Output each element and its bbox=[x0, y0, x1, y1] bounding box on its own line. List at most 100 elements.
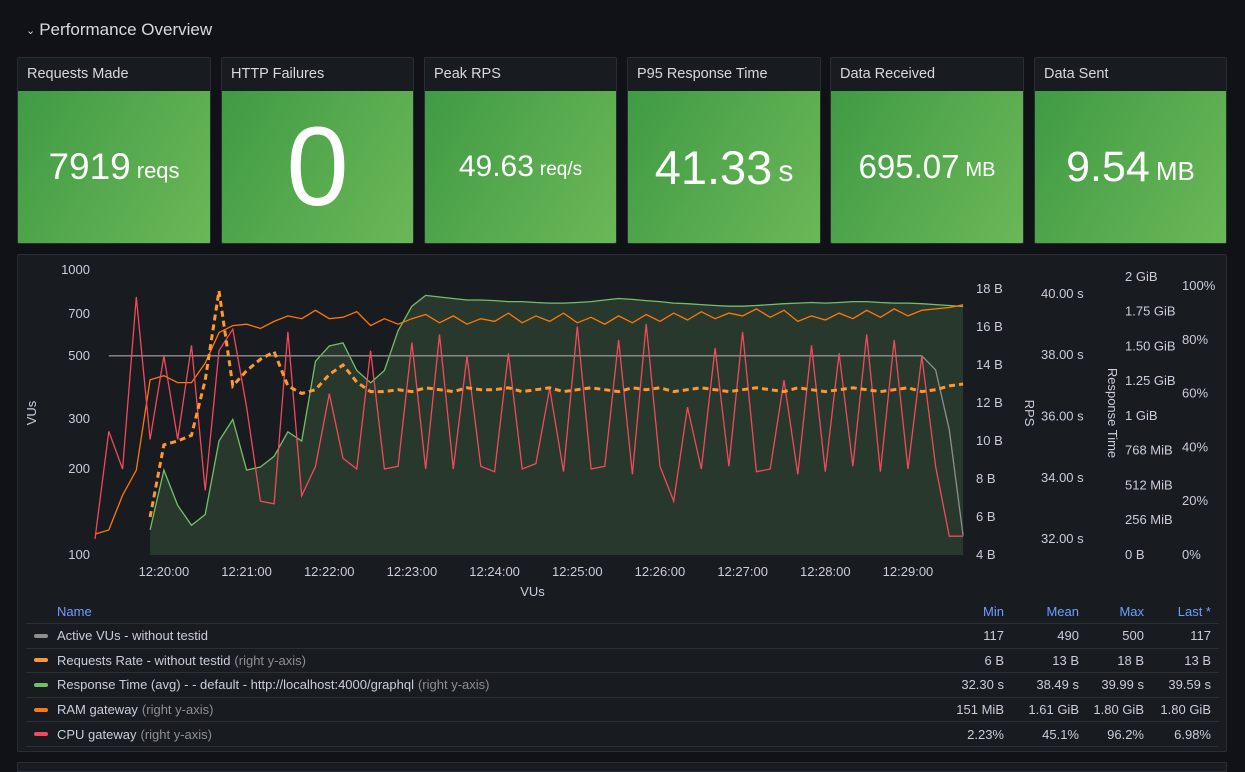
legend-series-name[interactable]: CPU gateway (right y-axis) bbox=[26, 727, 924, 742]
axis-note: (right y-axis) bbox=[234, 652, 306, 668]
y-tick-label-ram: 256 MiB bbox=[1125, 512, 1173, 527]
y-tick-label-rps: 16 B bbox=[976, 319, 1003, 334]
y-tick-label-vus: 300 bbox=[68, 411, 90, 426]
legend-mean: 45.1% bbox=[1042, 726, 1079, 742]
legend-row[interactable]: Requests Rate - without testid (right y-a… bbox=[26, 649, 1219, 674]
y-tick-label-cpu: 100% bbox=[1182, 278, 1216, 293]
legend-header-mean[interactable]: Mean bbox=[1004, 604, 1079, 619]
y-tick-label-vus: 1000 bbox=[61, 262, 90, 277]
legend-series-name[interactable]: RAM gateway (right y-axis) bbox=[26, 702, 924, 717]
series-color-swatch-icon bbox=[34, 732, 48, 737]
y-tick-label-rps: 10 B bbox=[976, 433, 1003, 448]
legend-mean: 490 bbox=[1057, 628, 1079, 644]
axis-note: (right y-axis) bbox=[417, 677, 490, 693]
legend-header-name[interactable]: Name bbox=[26, 604, 924, 619]
legend-row[interactable]: RAM gateway (right y-axis) 151 MiB 1.61 GiB… bbox=[26, 698, 1219, 723]
series-name: RAM gateway bbox=[57, 702, 138, 718]
legend-row[interactable]: Response Time (avg) - - default - http:/… bbox=[26, 673, 1219, 698]
x-tick-label: 12:25:00 bbox=[552, 564, 603, 579]
legend-max: 500 bbox=[1122, 628, 1144, 644]
legend-max: 39.99 s bbox=[1101, 677, 1144, 693]
legend-header-max[interactable]: Max bbox=[1079, 604, 1144, 619]
legend-row[interactable]: CPU gateway (right y-axis) 2.23% 45.1% 96.2%… bbox=[26, 722, 1219, 747]
y-tick-label-ram: 1.50 GiB bbox=[1125, 338, 1176, 353]
legend-min: 2.23% bbox=[967, 726, 1004, 742]
series-name: Requests Rate - without testid bbox=[57, 652, 231, 668]
y-axis-label-rps: RPS bbox=[1022, 400, 1037, 427]
y-axis-label-vus: VUs bbox=[24, 400, 39, 425]
y-axis-label-response-time: Response Time bbox=[1105, 368, 1120, 458]
chart-legend-table: Name Min Mean Max Last * Active VUs - wi… bbox=[26, 600, 1219, 747]
series-color-swatch-icon bbox=[34, 658, 48, 663]
series-name: Response Time (avg) - - default - http:/… bbox=[57, 677, 414, 693]
x-tick-label: 12:29:00 bbox=[883, 564, 934, 579]
legend-header-row: Name Min Mean Max Last * bbox=[26, 600, 1219, 624]
series-name: CPU gateway bbox=[57, 726, 137, 742]
legend-min: 117 bbox=[983, 628, 1004, 644]
legend-series-name[interactable]: Requests Rate - without testid (right y-a… bbox=[26, 653, 924, 668]
y-tick-label-vus: 100 bbox=[68, 547, 90, 562]
y-tick-label-response-time: 36.00 s bbox=[1041, 408, 1084, 423]
legend-min: 6 B bbox=[984, 652, 1004, 668]
legend-series-name[interactable]: Active VUs - without testid bbox=[26, 628, 924, 643]
y-tick-label-response-time: 40.00 s bbox=[1041, 286, 1084, 301]
legend-last: 13 B bbox=[1184, 652, 1211, 668]
legend-series-name[interactable]: Response Time (avg) - - default - http:/… bbox=[26, 677, 924, 692]
y-tick-label-response-time: 32.00 s bbox=[1041, 531, 1084, 546]
series-color-swatch-icon bbox=[34, 682, 48, 687]
series-color-swatch-icon bbox=[34, 707, 48, 712]
next-panel-edge bbox=[17, 762, 1227, 772]
y-tick-label-rps: 8 B bbox=[976, 471, 996, 486]
x-axis-label: VUs bbox=[520, 584, 545, 599]
y-tick-label-vus: 200 bbox=[68, 461, 90, 476]
y-tick-label-rps: 6 B bbox=[976, 509, 996, 524]
legend-last: 117 bbox=[1190, 628, 1211, 644]
legend-mean: 1.61 GiB bbox=[1028, 702, 1079, 718]
x-tick-label: 12:21:00 bbox=[221, 564, 272, 579]
legend-last: 39.59 s bbox=[1168, 677, 1211, 693]
legend-last: 1.80 GiB bbox=[1160, 702, 1211, 718]
x-tick-label: 12:26:00 bbox=[635, 564, 686, 579]
series-name: Active VUs - without testid bbox=[57, 628, 208, 644]
legend-last: 6.98% bbox=[1174, 726, 1211, 742]
y-tick-label-rps: 18 B bbox=[976, 281, 1003, 296]
legend-row[interactable]: Active VUs - without testid 117 490 500 117 bbox=[26, 624, 1219, 649]
series-color-swatch-icon bbox=[34, 633, 48, 638]
legend-min: 151 MiB bbox=[956, 702, 1004, 718]
x-tick-label: 12:28:00 bbox=[800, 564, 851, 579]
y-tick-label-ram: 2 GiB bbox=[1125, 269, 1158, 284]
legend-min: 32.30 s bbox=[961, 677, 1004, 693]
x-tick-label: 12:20:00 bbox=[139, 564, 190, 579]
y-tick-label-cpu: 20% bbox=[1182, 493, 1208, 508]
y-tick-label-rps: 4 B bbox=[976, 547, 996, 562]
legend-max: 18 B bbox=[1117, 652, 1144, 668]
x-tick-label: 12:24:00 bbox=[469, 564, 520, 579]
legend-max: 96.2% bbox=[1107, 726, 1144, 742]
legend-header-last[interactable]: Last * bbox=[1144, 604, 1219, 619]
y-tick-label-cpu: 40% bbox=[1182, 439, 1208, 454]
x-tick-label: 12:22:00 bbox=[304, 564, 355, 579]
legend-mean: 13 B bbox=[1052, 652, 1079, 668]
legend-max: 1.80 GiB bbox=[1093, 702, 1144, 718]
timeseries-chart[interactable]: 12:20:00 12:21:00 12:22:00 12:23:00 12:24:00… bbox=[0, 0, 1245, 600]
y-tick-label-ram: 512 MiB bbox=[1125, 477, 1173, 492]
y-tick-label-ram: 1.75 GiB bbox=[1125, 304, 1176, 319]
x-tick-label: 12:27:00 bbox=[717, 564, 768, 579]
y-tick-label-cpu: 60% bbox=[1182, 386, 1208, 401]
y-tick-label-ram: 0 B bbox=[1125, 547, 1145, 562]
y-tick-label-cpu: 80% bbox=[1182, 332, 1208, 347]
x-tick-label: 12:23:00 bbox=[387, 564, 438, 579]
y-tick-label-response-time: 34.00 s bbox=[1041, 470, 1084, 485]
y-tick-label-response-time: 38.00 s bbox=[1041, 347, 1084, 362]
series-area-response-time bbox=[150, 295, 964, 555]
y-tick-label-cpu: 0% bbox=[1182, 547, 1201, 562]
legend-header-min[interactable]: Min bbox=[924, 604, 1004, 619]
y-tick-label-ram: 1.25 GiB bbox=[1125, 373, 1176, 388]
axis-note: (right y-axis) bbox=[141, 702, 214, 718]
axis-note: (right y-axis) bbox=[140, 726, 212, 742]
y-tick-label-ram: 768 MiB bbox=[1125, 443, 1173, 458]
y-tick-label-rps: 12 B bbox=[976, 395, 1003, 410]
y-tick-label-ram: 1 GiB bbox=[1125, 408, 1158, 423]
legend-mean: 38.49 s bbox=[1036, 677, 1079, 693]
y-tick-label-vus: 700 bbox=[68, 306, 90, 321]
